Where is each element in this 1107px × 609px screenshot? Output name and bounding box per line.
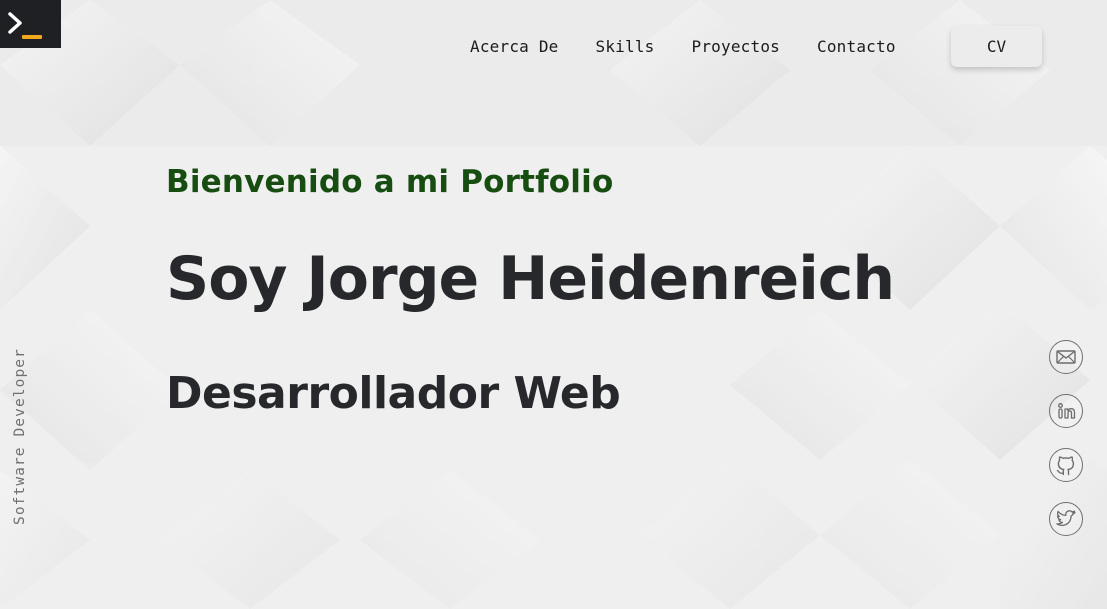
- nav-link-about[interactable]: Acerca De: [470, 30, 559, 64]
- github-icon: [1056, 456, 1075, 476]
- nav-link-contact[interactable]: Contacto: [817, 30, 896, 64]
- linkedin-icon: [1058, 403, 1076, 419]
- terminal-prompt-icon: [8, 12, 42, 39]
- nav-link-projects[interactable]: Proyectos: [692, 30, 781, 64]
- role-heading: Desarrollador Web: [166, 368, 621, 419]
- logo[interactable]: [0, 0, 61, 48]
- social-links: [1049, 340, 1083, 536]
- mail-icon: [1056, 350, 1076, 364]
- name-heading: Soy Jorge Heidenreich: [166, 244, 895, 314]
- mail-link[interactable]: [1049, 340, 1083, 374]
- vertical-role-label: Software Developer: [12, 348, 28, 525]
- nav-link-skills[interactable]: Skills: [596, 30, 655, 64]
- twitter-link[interactable]: [1049, 502, 1083, 536]
- twitter-icon: [1056, 510, 1076, 526]
- cv-button[interactable]: CV: [951, 26, 1042, 67]
- linkedin-link[interactable]: [1049, 394, 1083, 428]
- github-link[interactable]: [1049, 448, 1083, 482]
- welcome-heading: Bienvenido a mi Portfolio: [166, 164, 614, 200]
- main-nav: Acerca De Skills Proyectos Contacto: [470, 30, 896, 64]
